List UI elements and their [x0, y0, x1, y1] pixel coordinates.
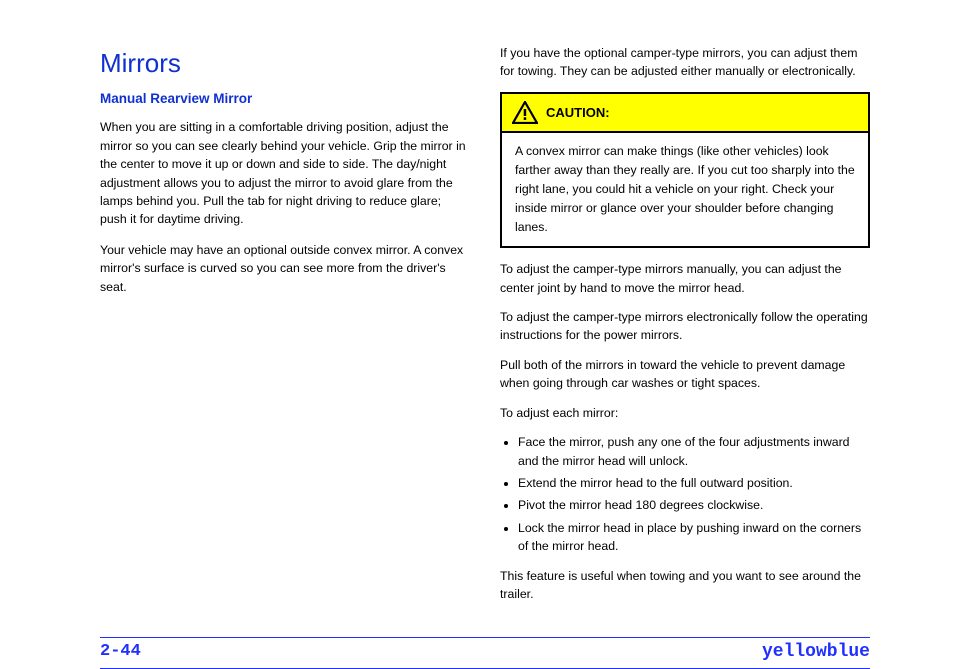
- subsection-heading: Manual Rearview Mirror: [100, 89, 470, 109]
- body-paragraph: When you are sitting in a comfortable dr…: [100, 118, 470, 229]
- warning-triangle-icon: [512, 101, 538, 124]
- section-heading: Mirrors: [100, 44, 470, 83]
- caution-body-text: A convex mirror can make things (like ot…: [502, 133, 868, 246]
- body-paragraph: To adjust the camper-type mirrors electr…: [500, 308, 870, 345]
- body-paragraph: To adjust the camper-type mirrors manual…: [500, 260, 870, 297]
- caution-title: CAUTION:: [546, 103, 610, 123]
- list-intro: To adjust each mirror:: [500, 404, 870, 422]
- list-item: Face the mirror, push any one of the fou…: [518, 433, 870, 470]
- body-paragraph: Your vehicle may have an optional outsid…: [100, 241, 470, 296]
- page-number: 2-44: [100, 642, 141, 661]
- list-item: Extend the mirror head to the full outwa…: [518, 474, 870, 492]
- caution-header: CAUTION:: [502, 94, 868, 133]
- caution-callout: CAUTION: A convex mirror can make things…: [500, 92, 870, 248]
- instruction-list: Face the mirror, push any one of the fou…: [518, 433, 870, 556]
- page-footer: 2-44 yellowblue: [100, 637, 870, 669]
- body-paragraph: If you have the optional camper-type mir…: [500, 44, 870, 81]
- body-paragraph: Pull both of the mirrors in toward the v…: [500, 356, 870, 393]
- list-item: Lock the mirror head in place by pushing…: [518, 519, 870, 556]
- list-item: Pivot the mirror head 180 degrees clockw…: [518, 496, 870, 514]
- footer-label: yellowblue: [762, 642, 870, 662]
- body-paragraph: This feature is useful when towing and y…: [500, 567, 870, 604]
